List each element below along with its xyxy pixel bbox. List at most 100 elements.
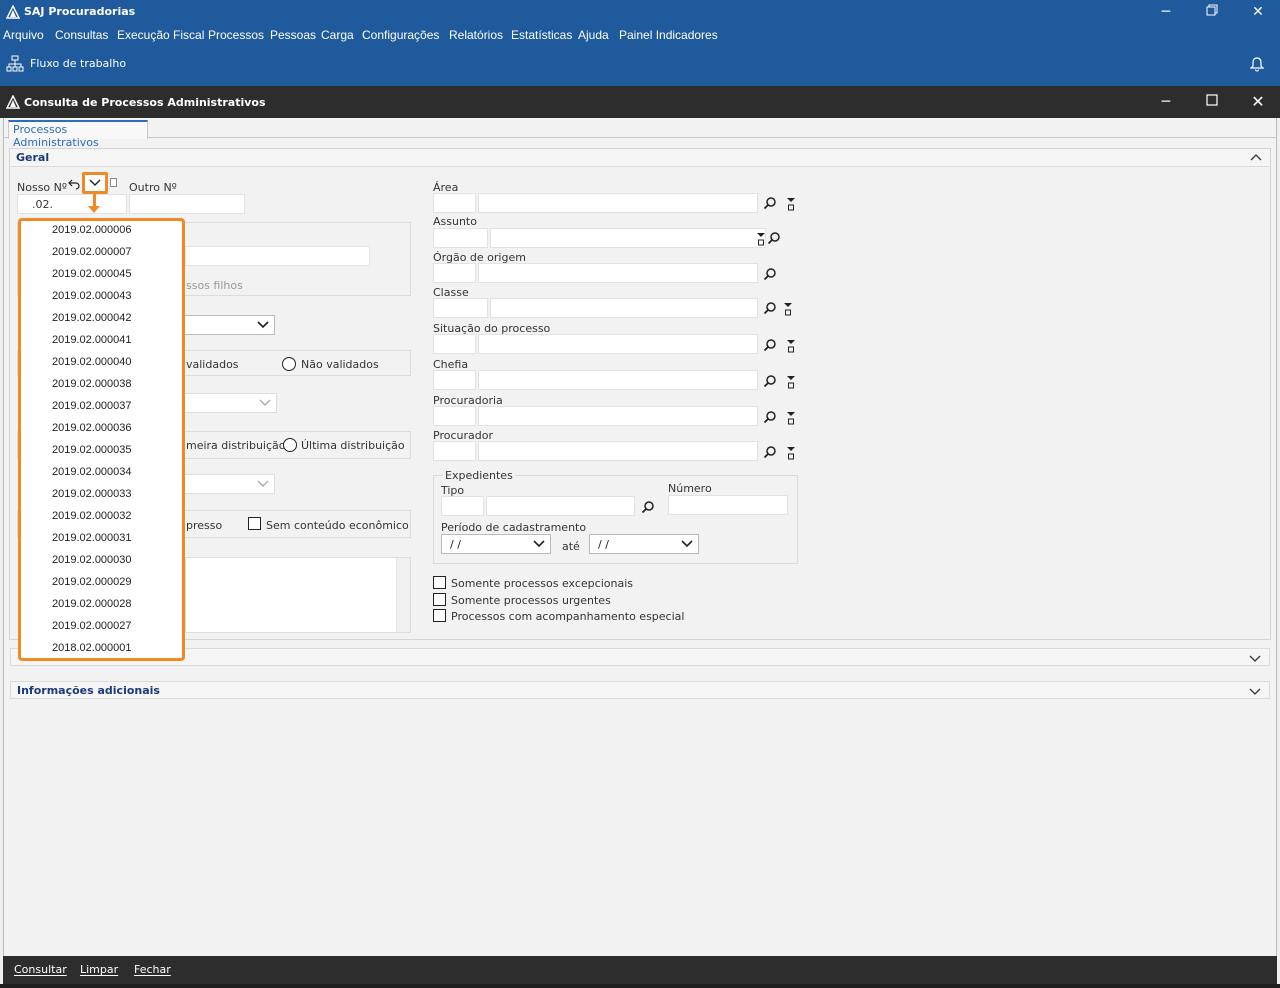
search-icon[interactable] (763, 267, 777, 281)
filter-icon[interactable] (786, 339, 796, 353)
situacao-desc-input[interactable] (478, 334, 758, 354)
close-window-button[interactable]: ✕ (1243, 92, 1273, 112)
filter-icon[interactable] (786, 375, 796, 389)
geral-header[interactable]: Geral (10, 149, 1270, 167)
procuradoria-desc-input[interactable] (478, 406, 758, 426)
workflow-icon[interactable] (6, 55, 24, 73)
bell-icon[interactable] (1250, 56, 1264, 72)
dropdown-option[interactable]: 2019.02.000045 (52, 268, 132, 280)
copy-icon[interactable] (110, 178, 117, 187)
nosso-numero-dropdown-button[interactable] (82, 172, 108, 194)
dropdown-option[interactable]: 2019.02.000042 (52, 312, 132, 324)
fechar-button[interactable]: Fechar (134, 963, 171, 976)
urgentes-checkbox[interactable] (433, 593, 446, 606)
menu-painel-indicadores[interactable]: Painel Indicadores (619, 28, 718, 42)
chevron-down-icon[interactable] (1249, 685, 1261, 697)
menu-consultas[interactable]: Consultas (55, 28, 108, 42)
menu-pessoas[interactable]: Pessoas (270, 28, 316, 42)
procuradoria-code-input[interactable] (433, 406, 476, 426)
menu-configuracoes[interactable]: Configurações (362, 28, 439, 42)
menu-arquivo[interactable]: Arquivo (3, 28, 44, 42)
dropdown-option[interactable]: 2019.02.000033 (52, 488, 132, 500)
chevron-down-icon[interactable] (1249, 652, 1261, 664)
excepcionais-checkbox[interactable] (433, 576, 446, 589)
filter-icon[interactable] (783, 302, 793, 316)
search-icon[interactable] (767, 231, 781, 245)
situacao-code-input[interactable] (433, 334, 476, 354)
area-desc-input[interactable] (478, 193, 758, 213)
undo-icon[interactable] (68, 178, 80, 190)
dropdown-option[interactable]: 2019.02.000040 (52, 356, 132, 368)
search-icon[interactable] (763, 338, 777, 352)
dropdown-option[interactable]: 2019.02.000029 (52, 576, 132, 588)
dropdown-option[interactable]: 2019.02.000043 (52, 290, 132, 302)
dropdown-option[interactable]: 2019.02.000028 (52, 598, 132, 610)
orgao-desc-input[interactable] (478, 263, 758, 283)
menu-execucao-fiscal[interactable]: Execução Fiscal (117, 28, 204, 42)
partes-input[interactable] (185, 246, 370, 266)
data-inicio-picker[interactable]: / / (441, 534, 551, 554)
dropdown-option[interactable]: 2019.02.000034 (52, 466, 132, 478)
assunto-desc-input[interactable] (490, 228, 766, 248)
classe-desc-input[interactable] (490, 298, 758, 318)
dropdown-option[interactable]: 2019.02.000032 (52, 510, 132, 522)
filter-icon[interactable] (786, 446, 796, 460)
dropdown-option[interactable]: 2019.02.000006 (52, 224, 132, 236)
orgao-code-input[interactable] (433, 263, 476, 283)
filter-icon[interactable] (756, 232, 766, 246)
assunto-code-input[interactable] (433, 228, 488, 248)
dropdown-option[interactable]: 2019.02.000038 (52, 378, 132, 390)
search-icon[interactable] (763, 196, 777, 210)
menu-relatorios[interactable]: Relatórios (449, 28, 503, 42)
textarea-scrollbar[interactable] (396, 558, 410, 632)
maximize-window-button[interactable] (1197, 92, 1227, 112)
dropdown-option[interactable]: 2019.02.000030 (52, 554, 132, 566)
menu-estatisticas[interactable]: Estatísticas (511, 28, 572, 42)
dropdown-option[interactable]: 2019.02.000041 (52, 334, 132, 346)
dropdown-option[interactable]: 2019.02.000007 (52, 246, 132, 258)
procurador-desc-input[interactable] (478, 441, 758, 461)
search-icon[interactable] (763, 410, 777, 424)
menu-processos[interactable]: Processos (208, 28, 264, 42)
status-combo[interactable] (183, 393, 277, 413)
search-icon[interactable] (763, 445, 777, 459)
classe-code-input[interactable] (433, 298, 488, 318)
data-fim-picker[interactable]: / / (589, 534, 699, 554)
dropdown-option[interactable]: 2019.02.000036 (52, 422, 132, 434)
acompanhamento-checkbox[interactable] (433, 609, 446, 622)
tipo-combo[interactable] (183, 315, 275, 335)
tab-processos-administrativos[interactable]: Processos Administrativos (8, 120, 148, 149)
nosso-numero-input[interactable]: .02. (17, 194, 127, 214)
dropdown-option[interactable]: 2018.02.000001 (52, 642, 132, 654)
consultar-button[interactable]: Consultar (14, 963, 67, 976)
tipo-code-input[interactable] (441, 496, 484, 516)
dropdown-option[interactable]: 2019.02.000031 (52, 532, 132, 544)
dropdown-option[interactable]: 2019.02.000027 (52, 620, 132, 632)
nao-validados-radio[interactable] (282, 357, 296, 371)
menu-ajuda[interactable]: Ajuda (578, 28, 609, 42)
collapsed-section-header[interactable] (10, 648, 1270, 666)
filter-icon[interactable] (786, 411, 796, 425)
tipo-desc-input[interactable] (486, 496, 635, 516)
outro-numero-input[interactable] (129, 194, 245, 214)
informacoes-adicionais-header[interactable]: Informações adicionais (10, 681, 1270, 699)
minimize-app-button[interactable]: ─ (1151, 2, 1181, 22)
chefia-code-input[interactable] (433, 370, 476, 390)
area-code-input[interactable] (433, 193, 476, 213)
chevron-up-icon[interactable] (1250, 152, 1262, 164)
ultima-distribuicao-radio[interactable] (283, 438, 297, 452)
dropdown-option[interactable]: 2019.02.000037 (52, 400, 132, 412)
chefia-desc-input[interactable] (478, 370, 758, 390)
observacao-textarea[interactable] (185, 557, 411, 633)
fluxo-trabalho-link[interactable]: Fluxo de trabalho (30, 57, 126, 70)
search-icon[interactable] (763, 301, 777, 315)
minimize-window-button[interactable]: ─ (1151, 92, 1181, 112)
dropdown-option[interactable]: 2019.02.000035 (52, 444, 132, 456)
natureza-combo[interactable] (183, 474, 275, 494)
search-icon[interactable] (641, 500, 655, 514)
search-icon[interactable] (763, 374, 777, 388)
procurador-code-input[interactable] (433, 441, 476, 461)
close-app-button[interactable]: ✕ (1243, 2, 1273, 22)
filter-icon[interactable] (786, 197, 796, 211)
limpar-button[interactable]: Limpar (80, 963, 118, 976)
